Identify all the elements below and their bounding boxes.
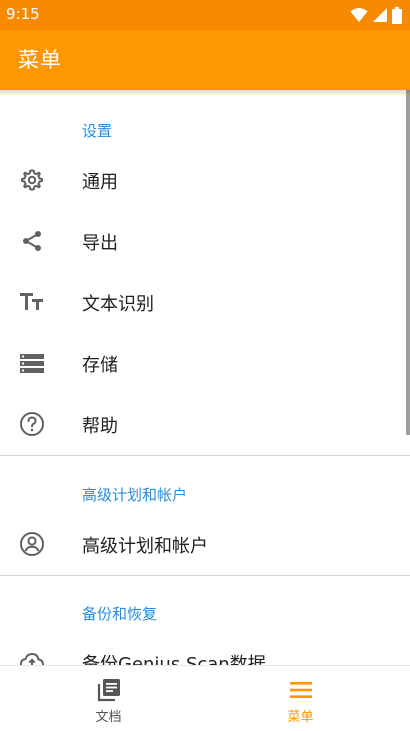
nav-item-menu[interactable]: 菜单 bbox=[198, 666, 403, 731]
battery-icon bbox=[392, 6, 402, 24]
wifi-icon bbox=[350, 8, 368, 22]
scrollbar-thumb[interactable] bbox=[406, 90, 410, 435]
bottom-navigation: 文档 菜单 bbox=[0, 665, 410, 731]
menu-item-backup[interactable]: 备份Genius Scan数据 bbox=[0, 632, 404, 665]
menu-item-backup-label: 备份Genius Scan数据 bbox=[82, 654, 266, 665]
menu-item-help[interactable]: 帮助 bbox=[0, 394, 404, 454]
menu-list[interactable]: 设置 通用 导出 文本识别 存储 帮助 高级计划和帐户 高级计划和帐户 备份和恢… bbox=[0, 90, 410, 665]
menu-item-general-label: 通用 bbox=[82, 172, 118, 193]
menu-item-export[interactable]: 导出 bbox=[0, 211, 404, 271]
menu-item-premium-account[interactable]: 高级计划和帐户 bbox=[0, 514, 404, 574]
status-icons bbox=[350, 6, 402, 24]
menu-item-storage[interactable]: 存储 bbox=[0, 333, 404, 393]
divider bbox=[0, 455, 410, 456]
menu-item-help-label: 帮助 bbox=[82, 416, 118, 437]
cellular-signal-icon bbox=[373, 8, 387, 22]
menu-item-ocr-label: 文本识别 bbox=[82, 294, 154, 315]
nav-item-documents-label: 文档 bbox=[95, 710, 122, 725]
app-bar: 菜单 bbox=[0, 30, 410, 90]
menu-item-ocr[interactable]: 文本识别 bbox=[0, 272, 404, 332]
menu-item-export-label: 导出 bbox=[82, 233, 118, 254]
menu-item-general[interactable]: 通用 bbox=[0, 150, 404, 210]
storage-icon bbox=[19, 350, 45, 376]
help-icon bbox=[19, 411, 45, 437]
menu-item-storage-label: 存储 bbox=[82, 355, 118, 376]
section-header-premium: 高级计划和帐户 bbox=[82, 486, 188, 504]
gear-icon bbox=[19, 167, 45, 193]
text-format-icon bbox=[19, 289, 45, 315]
page-title: 菜单 bbox=[18, 48, 62, 72]
status-bar: 9:15 bbox=[0, 0, 410, 30]
divider bbox=[0, 575, 410, 576]
status-time: 9:15 bbox=[6, 5, 40, 23]
nav-item-menu-label: 菜单 bbox=[287, 710, 314, 725]
app-bar-shadow bbox=[0, 90, 410, 96]
menu-item-premium-account-label: 高级计划和帐户 bbox=[82, 536, 208, 557]
section-header-settings: 设置 bbox=[82, 122, 113, 140]
menu-icon bbox=[288, 677, 314, 703]
share-icon bbox=[19, 228, 45, 254]
backup-icon bbox=[19, 649, 45, 665]
section-header-backup: 备份和恢复 bbox=[82, 605, 158, 623]
nav-item-documents[interactable]: 文档 bbox=[6, 666, 211, 731]
account-icon bbox=[19, 531, 45, 557]
documents-icon bbox=[96, 677, 122, 703]
